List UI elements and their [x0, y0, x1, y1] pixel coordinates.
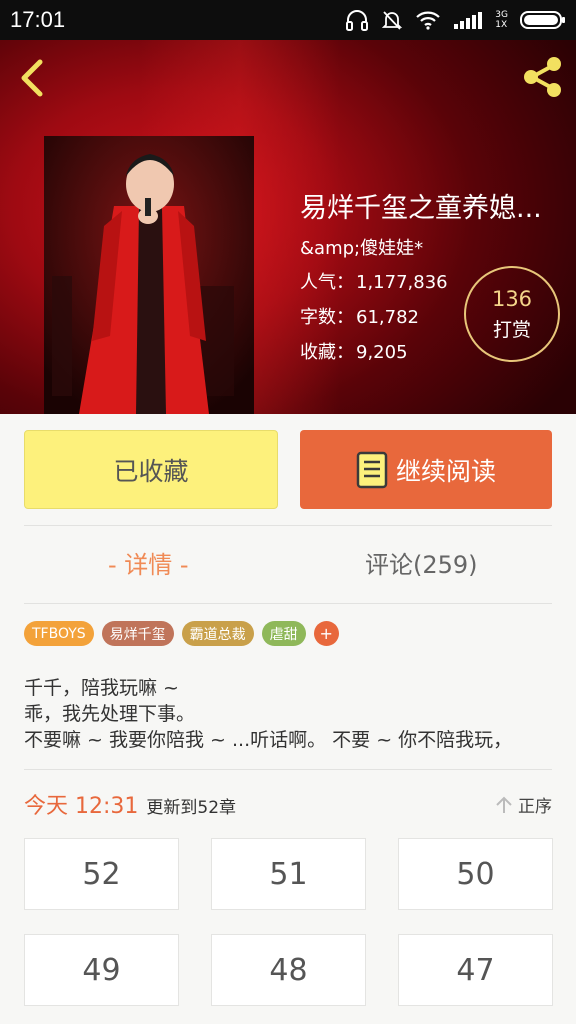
stat-favorites: 收藏： 9,205	[300, 338, 408, 364]
reward-button[interactable]: 136 打赏	[464, 266, 560, 362]
tag-yiyang-qianxi[interactable]: 易烊千玺	[101, 621, 174, 646]
reward-label: 打赏	[492, 318, 531, 341]
chapter-item[interactable]: 48	[211, 934, 366, 1006]
favorited-label: 已收藏	[113, 456, 189, 486]
book-title: 易烊千玺之童养媳...	[300, 193, 542, 224]
tab-comments[interactable]: 评论(259)	[365, 545, 478, 580]
wifi-icon	[416, 11, 441, 30]
book-author[interactable]: &amp;傻娃娃*	[300, 234, 423, 260]
sort-order-label: 正序	[518, 797, 552, 817]
back-arrow-icon[interactable]	[14, 56, 48, 100]
favorited-button[interactable]: 已收藏	[24, 430, 278, 509]
stat-label: 收藏：	[300, 342, 354, 363]
cover-image	[44, 136, 254, 414]
chapter-item[interactable]: 51	[211, 838, 366, 910]
divider	[24, 603, 552, 604]
tag-domineering-ceo[interactable]: 霸道总裁	[181, 621, 254, 646]
update-time: 今天 12:31	[24, 794, 139, 819]
share-icon[interactable]	[520, 54, 566, 100]
stat-value: 61,782	[356, 307, 419, 328]
arrow-up-icon	[496, 796, 512, 813]
book-cover[interactable]	[44, 136, 254, 414]
status-time: 17:01	[10, 7, 66, 32]
stat-word-count: 字数： 61,782	[300, 303, 419, 329]
chapter-item[interactable]: 50	[398, 838, 553, 910]
book-description[interactable]: 千千，陪我玩嘛 ~ 乖，我先处理下事。 不要嘛 ~ 我要你陪我 ~ ...听话啊…	[24, 675, 564, 753]
book-icon	[356, 451, 388, 488]
reward-count: 136	[491, 286, 533, 311]
description-line: 不要嘛 ~ 我要你陪我 ~ ...听话啊。 不要 ~ 你不陪我玩，	[24, 729, 513, 751]
description-line: 乖，我先处理下事。	[24, 703, 196, 725]
chapter-item[interactable]: 52	[24, 838, 179, 910]
chapter-item[interactable]: 49	[24, 934, 179, 1006]
stat-value: 9,205	[356, 342, 408, 363]
headphones-icon	[346, 10, 369, 31]
divider	[24, 769, 552, 770]
update-chapter: 更新到52章	[146, 798, 237, 818]
tag-tfboys[interactable]: TFBOYS	[24, 621, 94, 646]
battery-icon	[520, 11, 565, 29]
tag-list: TFBOYS 易烊千玺 霸道总裁 虐甜 +	[24, 621, 339, 646]
stat-popularity: 人气： 1,177,836	[300, 268, 448, 294]
continue-reading-button[interactable]: 继续阅读	[300, 430, 552, 509]
stat-value: 1,177,836	[356, 272, 448, 293]
tab-detail[interactable]: - 详情 -	[108, 545, 189, 580]
description-line: 千千，陪我玩嘛 ~	[24, 677, 179, 699]
bell-muted-icon	[382, 11, 403, 30]
update-info: 今天 12:31 更新到52章	[24, 788, 236, 820]
signal-icon	[454, 12, 483, 29]
divider	[24, 525, 552, 526]
status-bar: 17:01 3G 1X	[0, 0, 576, 40]
chapter-item[interactable]: 47	[398, 934, 553, 1006]
continue-reading-label: 继续阅读	[395, 456, 496, 486]
add-tag-button[interactable]: +	[313, 621, 339, 646]
stat-label: 人气：	[300, 272, 354, 293]
stat-label: 字数：	[300, 307, 354, 328]
sort-order-toggle[interactable]: 正序	[494, 792, 552, 817]
chapter-grid: 52 51 50 49 48 47	[24, 838, 553, 1006]
network-type: 3G 1X	[495, 10, 508, 30]
tag-angst-sweet[interactable]: 虐甜	[261, 621, 306, 646]
status-icons: 3G 1X	[345, 9, 566, 31]
